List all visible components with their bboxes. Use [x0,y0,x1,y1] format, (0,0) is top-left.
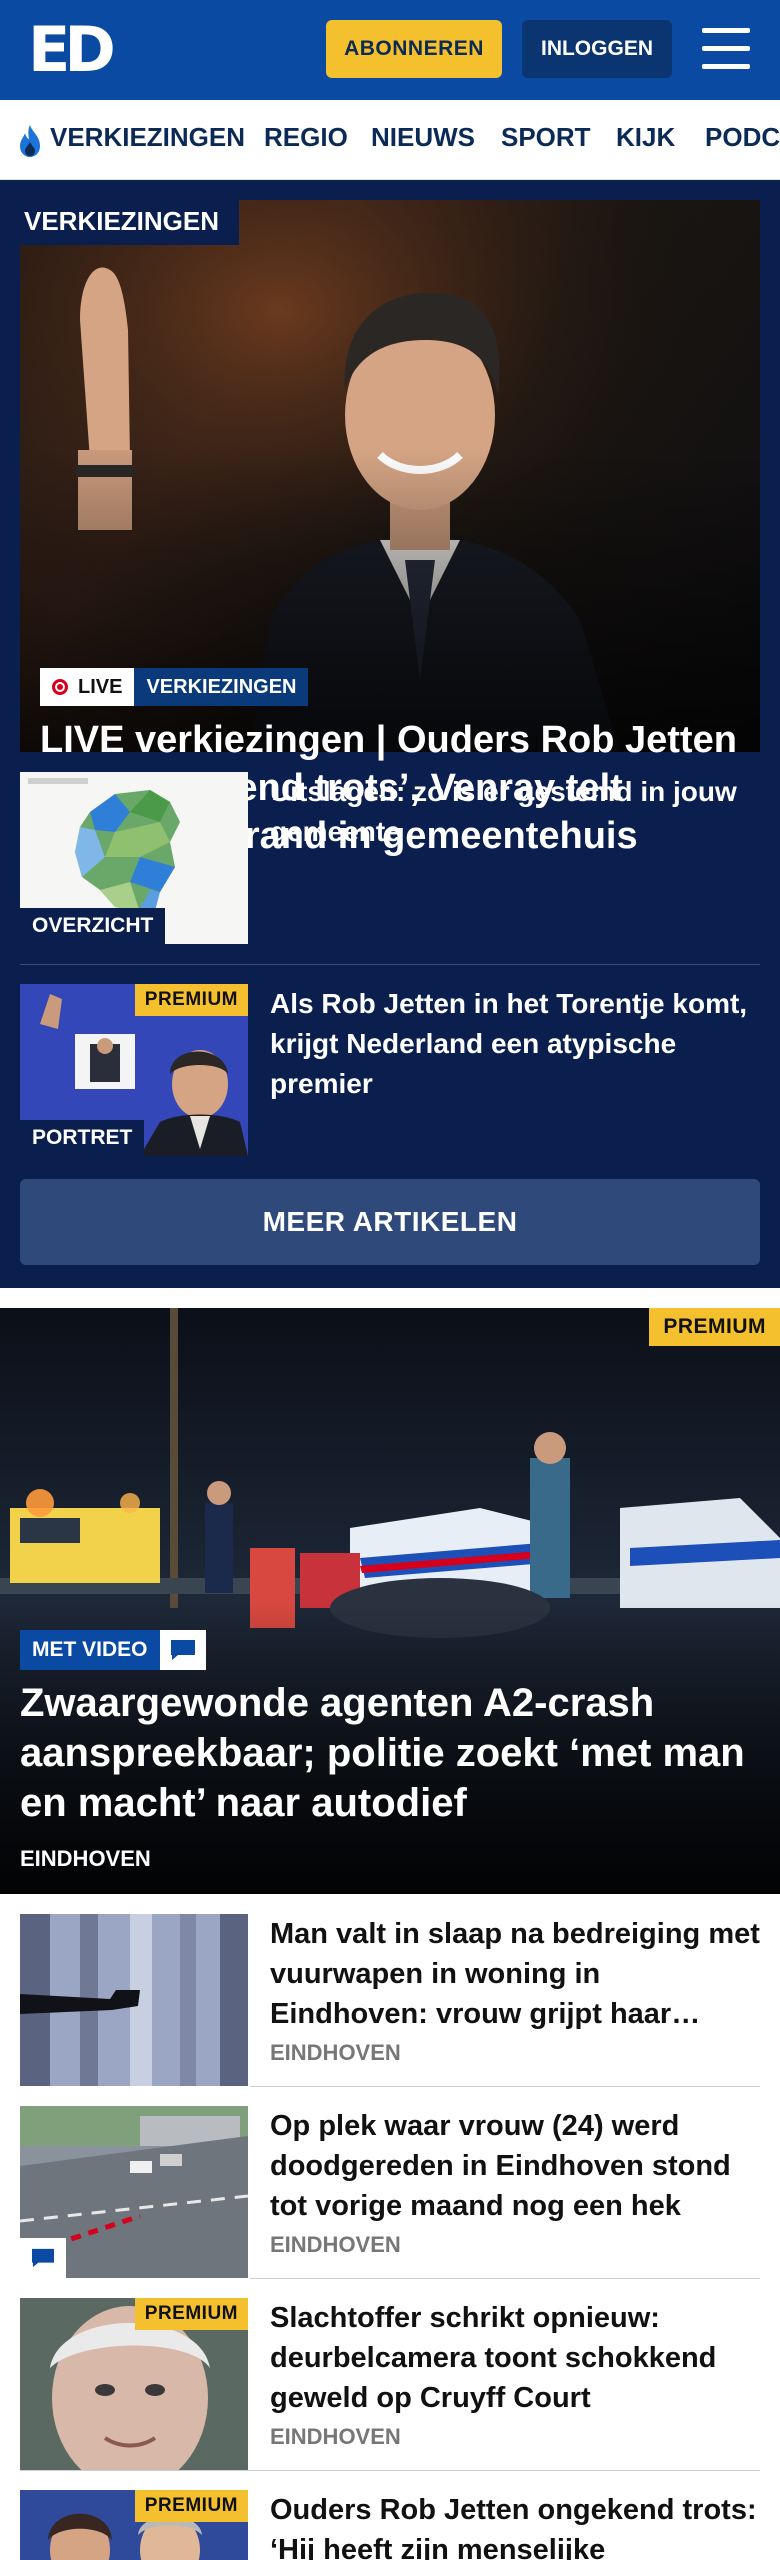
list-item[interactable]: Op plek waar vrouw (24) werd doodgereden… [20,2106,760,2278]
featured-article[interactable]: PREMIUM MET VIDEO Zwaargewonde agenten A… [0,1308,780,1894]
thumbnail-label: OVERZICHT [20,908,166,944]
thumbnail-label: PORTRET [20,1120,145,1156]
article-headline[interactable]: Als Rob Jetten in het Torentje komt, kri… [270,984,760,1104]
portrait-thumbnail: PREMIUM PORTRET [20,984,248,1156]
nav-item-regio[interactable]: REGIO [264,122,348,153]
premium-badge: PREMIUM [134,2490,248,2522]
divider [20,964,760,965]
live-label: LIVE [78,675,123,698]
comment-icon [159,1630,206,1670]
article-thumbnail: PREMIUM [20,2490,248,2560]
site-logo[interactable]: ED [28,19,116,81]
login-button[interactable]: INLOGGEN [522,20,672,78]
article-thumbnail [20,1914,248,2086]
nav-item-kijk[interactable]: KIJK [616,122,675,153]
divider [20,2470,760,2471]
list-item[interactable]: PREMIUM Ouders Rob Jetten ongekend trots… [20,2490,760,2560]
nav-item-verkiezingen[interactable]: VERKIEZINGEN [50,122,245,153]
article-headline[interactable]: Op plek waar vrouw (24) werd doodgereden… [270,2106,760,2226]
nav-item-podcasts[interactable]: PODC [705,122,780,153]
article-headline[interactable]: Man valt in slaap na bedreiging met vuur… [270,1914,760,2034]
elections-article-portrait[interactable]: PREMIUM PORTRET Als Rob Jetten in het To… [20,984,760,1156]
featured-headline[interactable]: Zwaargewonde agenten A2-crash aanspreekb… [20,1678,760,1828]
video-label: MET VIDEO [20,1630,160,1670]
list-item[interactable]: Man valt in slaap na bedreiging met vuur… [20,1914,760,2086]
results-map-thumbnail: OVERZICHT [20,772,248,944]
live-dot-icon [52,679,68,695]
comment-icon [20,2238,66,2278]
article-headline[interactable]: Ouders Rob Jetten ongekend trots: ‘Hij h… [270,2490,760,2560]
nav-item-sport[interactable]: SPORT [501,122,591,153]
video-badge: MET VIDEO [20,1630,206,1670]
article-location: EINDHOVEN [270,2424,401,2449]
article-thumbnail [20,2106,248,2278]
article-location: EINDHOVEN [270,2232,401,2257]
article-location: EINDHOVEN [270,2040,401,2065]
premium-badge: PREMIUM [134,984,248,1016]
article-thumbnail: PREMIUM [20,2298,248,2470]
more-articles-button[interactable]: MEER ARTIKELEN [20,1179,760,1265]
elections-article-results[interactable]: OVERZICHT Uitslagen: zo is er gestemd in… [20,772,760,944]
divider [250,2086,760,2087]
featured-location: EINDHOVEN [20,1846,151,1871]
article-headline[interactable]: Uitslagen: zo is er gestemd in jouw geme… [270,772,760,852]
top-bar: ED ABONNEREN INLOGGEN [0,0,780,100]
live-indicator: LIVE [40,668,135,706]
article-headline[interactable]: Slachtoffer schrikt opnieuw: deurbelcame… [270,2298,760,2418]
section-label[interactable]: VERKIEZINGEN [20,200,240,245]
premium-badge: PREMIUM [134,2298,248,2330]
nav-item-nieuws[interactable]: NIEUWS [371,122,475,153]
main-navigation: VERKIEZINGEN REGIO NIEUWS SPORT KIJK POD… [0,100,780,180]
premium-badge: PREMIUM [649,1308,780,1346]
divider [250,2278,760,2279]
list-item[interactable]: PREMIUM Slachtoffer schrikt opnieuw: deu… [20,2298,760,2470]
elections-section: VERKIEZINGEN LIVE VERKIEZINGEN LIVE verk… [0,180,780,1288]
subscribe-button[interactable]: ABONNEREN [326,20,502,78]
menu-icon[interactable] [702,28,750,70]
live-category: VERKIEZINGEN [134,668,309,706]
live-badge: LIVE VERKIEZINGEN [40,668,309,706]
flame-icon [20,125,40,157]
